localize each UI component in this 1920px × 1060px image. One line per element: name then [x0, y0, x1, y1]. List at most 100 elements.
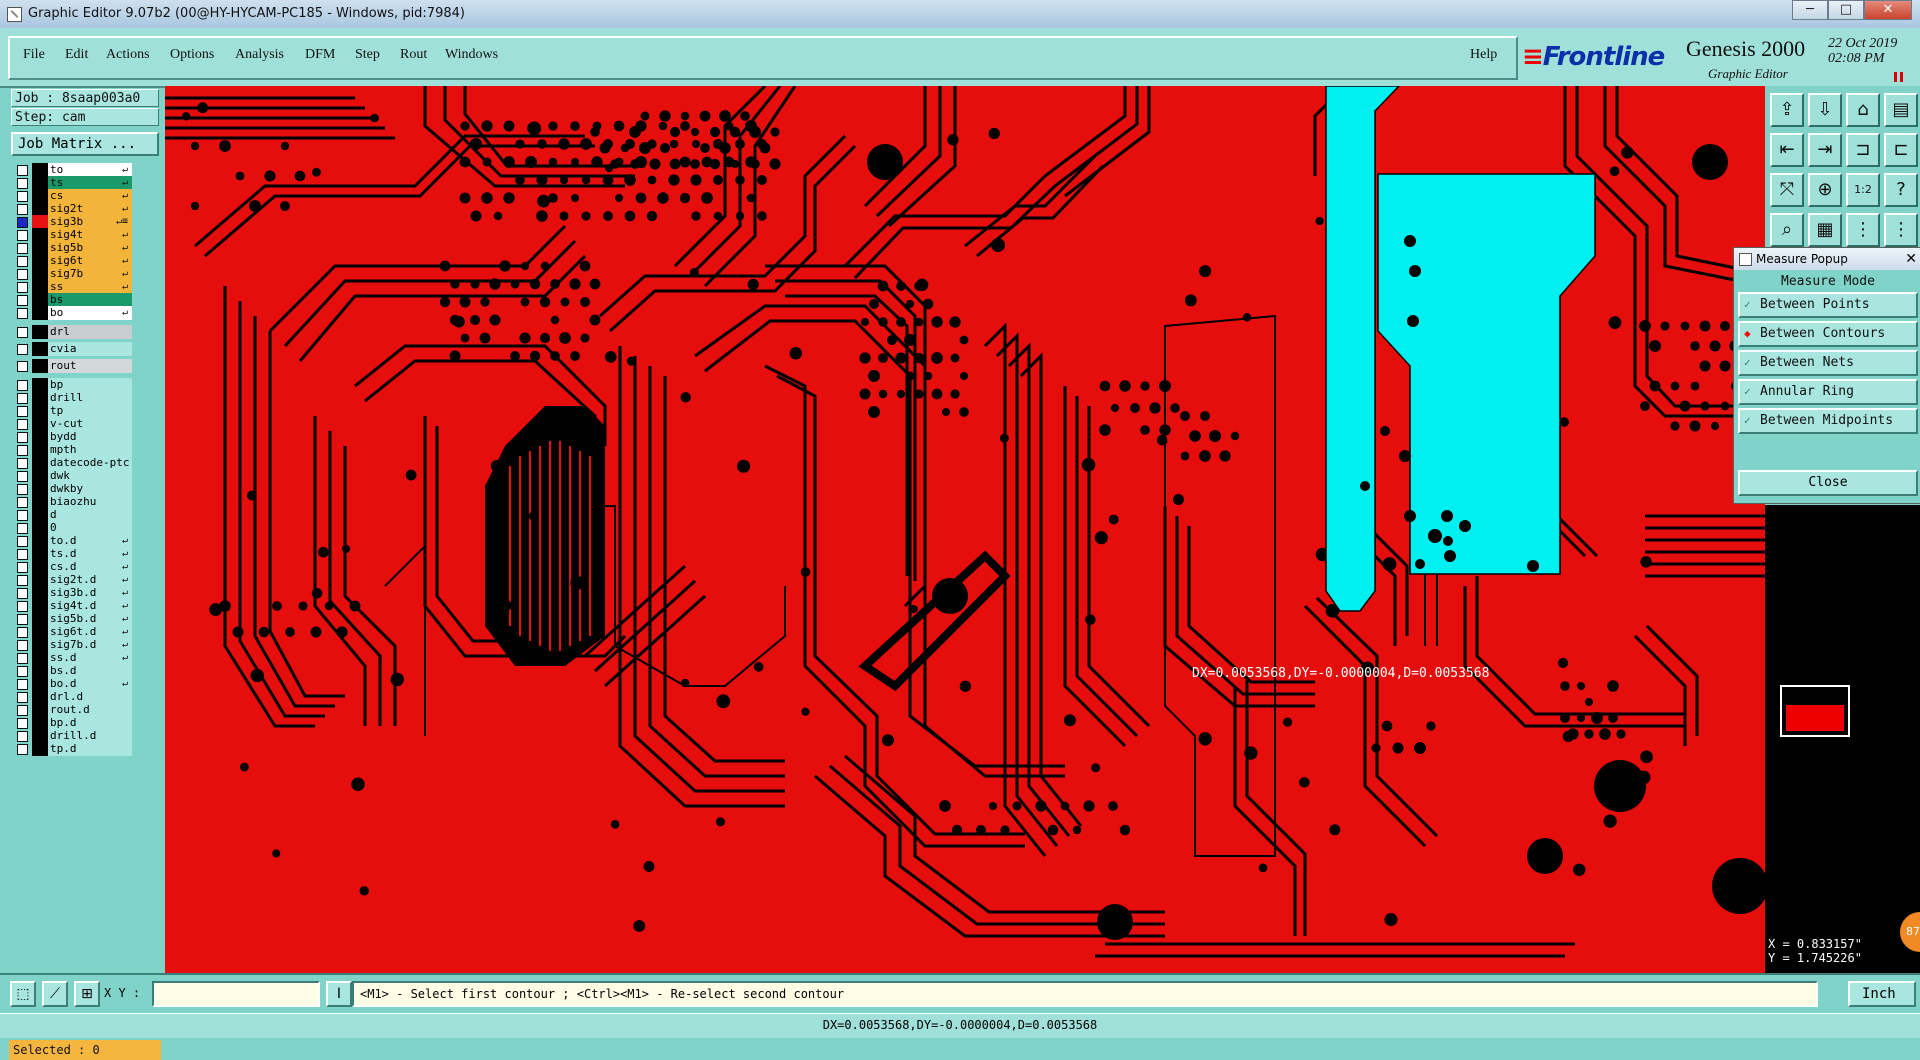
units-selector[interactable]: Inch [1848, 981, 1916, 1007]
layer-name[interactable]: rout.d [48, 703, 132, 717]
layer-name[interactable]: ss ↵ [48, 280, 132, 294]
layer-color-swatch[interactable] [32, 293, 48, 307]
layer-checkbox[interactable] [17, 575, 28, 586]
layer-checkbox[interactable] [17, 484, 28, 495]
layer-checkbox[interactable] [17, 458, 28, 469]
layer-name[interactable]: cvia [48, 342, 132, 356]
layer-color-swatch[interactable] [32, 404, 48, 418]
layer-name[interactable]: drl [48, 325, 132, 339]
layer-checkbox[interactable] [17, 344, 28, 355]
layer-row[interactable]: sig4t ↵ [11, 228, 134, 242]
layer-color-swatch[interactable] [32, 325, 48, 339]
layer-row[interactable]: dwkby [11, 482, 134, 496]
layer-name[interactable]: bs [48, 293, 132, 307]
layer-checkbox[interactable] [17, 282, 28, 293]
layer-checkbox[interactable] [17, 204, 28, 215]
layer-color-swatch[interactable] [32, 241, 48, 255]
layer-row[interactable]: sig7b.d ↵ [11, 638, 134, 652]
layer-row[interactable]: d [11, 508, 134, 522]
layer-name[interactable]: sig6t.d ↵ [48, 625, 132, 639]
layer-row[interactable]: bo ↵ [11, 306, 134, 320]
layer-color-swatch[interactable] [32, 189, 48, 203]
menu-actions[interactable]: Actions [106, 47, 150, 63]
layer-color-swatch[interactable] [32, 443, 48, 457]
stretch-icon[interactable]: ⊏ [1884, 133, 1918, 167]
layer-checkbox[interactable] [17, 432, 28, 443]
layer-name[interactable]: sig7b ↵ [48, 267, 132, 281]
layer-color-swatch[interactable] [32, 254, 48, 268]
layer-color-swatch[interactable] [32, 342, 48, 356]
layer-name[interactable]: sig7b.d ↵ [48, 638, 132, 652]
layer-row[interactable]: drill [11, 391, 134, 405]
layer-row[interactable]: rout [11, 359, 134, 373]
layer-color-swatch[interactable] [32, 560, 48, 574]
layer-color-swatch[interactable] [32, 612, 48, 626]
layer-row[interactable]: sig7b ↵ [11, 267, 134, 281]
layer-color-swatch[interactable] [32, 508, 48, 522]
layer-color-swatch[interactable] [32, 703, 48, 717]
layer-row[interactable]: bs.d [11, 664, 134, 678]
layer-row[interactable]: tp.d [11, 742, 134, 756]
layer-color-swatch[interactable] [32, 573, 48, 587]
layer-checkbox[interactable] [17, 497, 28, 508]
menu-rout[interactable]: Rout [400, 47, 427, 63]
layer-color-swatch[interactable] [32, 651, 48, 665]
grid-snap-icon[interactable]: ⊞ [74, 981, 100, 1007]
layer-name[interactable]: dwkby [48, 482, 132, 496]
layer-checkbox[interactable] [17, 393, 28, 404]
layer-color-swatch[interactable] [32, 742, 48, 756]
layer-checkbox[interactable] [17, 230, 28, 241]
layer-name[interactable]: to.d ↵ [48, 534, 132, 548]
layer-color-swatch[interactable] [32, 677, 48, 691]
layer-name[interactable]: sig3b.d ↵ [48, 586, 132, 600]
layer-color-swatch[interactable] [32, 716, 48, 730]
layer-name[interactable]: sig5b.d ↵ [48, 612, 132, 626]
layer-checkbox[interactable] [17, 640, 28, 651]
layer-color-swatch[interactable] [32, 599, 48, 613]
layer-name[interactable]: sig2t ↵ [48, 202, 132, 216]
layer-color-swatch[interactable] [32, 176, 48, 190]
layer-name[interactable]: sig4t.d ↵ [48, 599, 132, 613]
layer-name[interactable]: v-cut [48, 417, 132, 431]
layer-row[interactable]: v-cut [11, 417, 134, 431]
layer-name[interactable]: ts ↵ [48, 176, 132, 190]
layer-row[interactable]: to ↵ [11, 163, 134, 177]
minimize-button[interactable]: ─ [1792, 0, 1828, 20]
layer-checkbox[interactable] [17, 523, 28, 534]
layer-name[interactable]: ss.d ↵ [48, 651, 132, 665]
zoom-in-icon[interactable]: ⊕ [1808, 173, 1842, 207]
layer-row[interactable]: sig5b.d ↵ [11, 612, 134, 626]
layer-name[interactable]: sig6t ↵ [48, 254, 132, 268]
layer-checkbox[interactable] [17, 471, 28, 482]
layer-color-swatch[interactable] [32, 306, 48, 320]
layer-color-swatch[interactable] [32, 391, 48, 405]
layer-checkbox[interactable] [17, 445, 28, 456]
layer-row[interactable]: cs.d ↵ [11, 560, 134, 574]
layer-checkbox[interactable] [17, 731, 28, 742]
menu-windows[interactable]: Windows [445, 47, 498, 63]
pcb-artwork[interactable] [165, 86, 1765, 973]
layer-name[interactable]: datecode-ptc [48, 456, 132, 470]
measure-mode-option[interactable]: ✓ Between Points [1738, 292, 1918, 318]
layer-row[interactable]: sig3b.d ↵ [11, 586, 134, 600]
layer-color-swatch[interactable] [32, 359, 48, 373]
layer-row[interactable]: sig5b ↵ [11, 241, 134, 255]
layer-checkbox[interactable] [17, 692, 28, 703]
layer-checkbox[interactable] [17, 269, 28, 280]
layer-row[interactable]: drl.d [11, 690, 134, 704]
layer-color-swatch[interactable] [32, 202, 48, 216]
pan-left-icon[interactable]: ⇤ [1770, 133, 1804, 167]
layer-row[interactable]: cs ↵ [11, 189, 134, 203]
layer-row[interactable]: bydd [11, 430, 134, 444]
layer-checkbox[interactable] [17, 419, 28, 430]
layer-row[interactable]: bp [11, 378, 134, 392]
measure-icon[interactable]: ⌕ [1770, 213, 1804, 247]
layer-row[interactable]: bo.d ↵ [11, 677, 134, 691]
layer-name[interactable]: biaozhu [48, 495, 132, 509]
measure-mode-option[interactable]: ◆ Between Contours [1738, 321, 1918, 347]
select-mode-icon[interactable]: ⬚ [10, 981, 36, 1007]
zoom-fit-icon[interactable]: ⤧ [1770, 173, 1804, 207]
job-matrix-button[interactable]: Job Matrix ... [11, 132, 159, 156]
layer-color-swatch[interactable] [32, 482, 48, 496]
layer-name[interactable]: to ↵ [48, 163, 132, 177]
